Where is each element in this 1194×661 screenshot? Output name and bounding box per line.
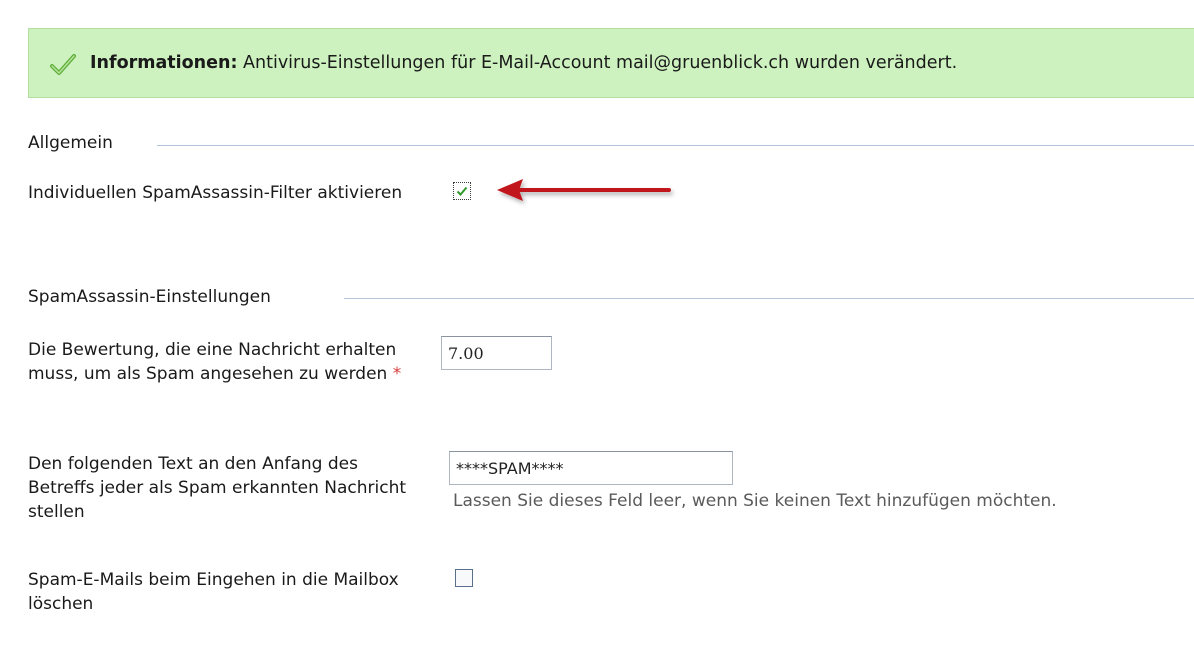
subject-prefix-label: Den folgenden Text an den Anfang des Bet…: [28, 454, 407, 522]
info-message-box: Informationen: Antivirus-Einstellungen f…: [28, 28, 1194, 98]
delete-spam-label: Spam-E-Mails beim Eingehen in die Mailbo…: [28, 570, 399, 614]
info-title: Informationen:: [90, 53, 238, 73]
subject-prefix-input[interactable]: ****SPAM****: [449, 451, 733, 485]
info-message-text: Antivirus-Einstellungen für E-Mail-Accou…: [243, 53, 958, 73]
checkmark-icon: [50, 54, 76, 75]
info-message: Informationen: Antivirus-Einstellungen f…: [90, 53, 957, 73]
red-arrow-icon: [497, 179, 671, 201]
subject-prefix-hint: Lassen Sie dieses Feld leer, wenn Sie ke…: [453, 491, 1057, 511]
individual-filter-label: Individuellen SpamAssassin-Filter aktivi…: [28, 183, 403, 203]
spam-score-label: Die Bewertung, die eine Nachricht erhalt…: [28, 338, 408, 386]
required-marker: *: [392, 364, 402, 384]
individual-filter-checkbox[interactable]: [453, 182, 471, 200]
section-spamassassin-divider: [344, 298, 1194, 299]
spam-score-input[interactable]: 7.00: [441, 336, 552, 370]
checkbox-check-icon: [456, 186, 468, 196]
section-spamassassin-title: SpamAssassin-Einstellungen: [28, 287, 271, 307]
delete-spam-checkbox[interactable]: [455, 569, 473, 587]
spam-score-label-text: Die Bewertung, die eine Nachricht erhalt…: [28, 340, 397, 384]
section-general-title: Allgemein: [28, 133, 113, 153]
section-general-divider: [157, 145, 1194, 146]
